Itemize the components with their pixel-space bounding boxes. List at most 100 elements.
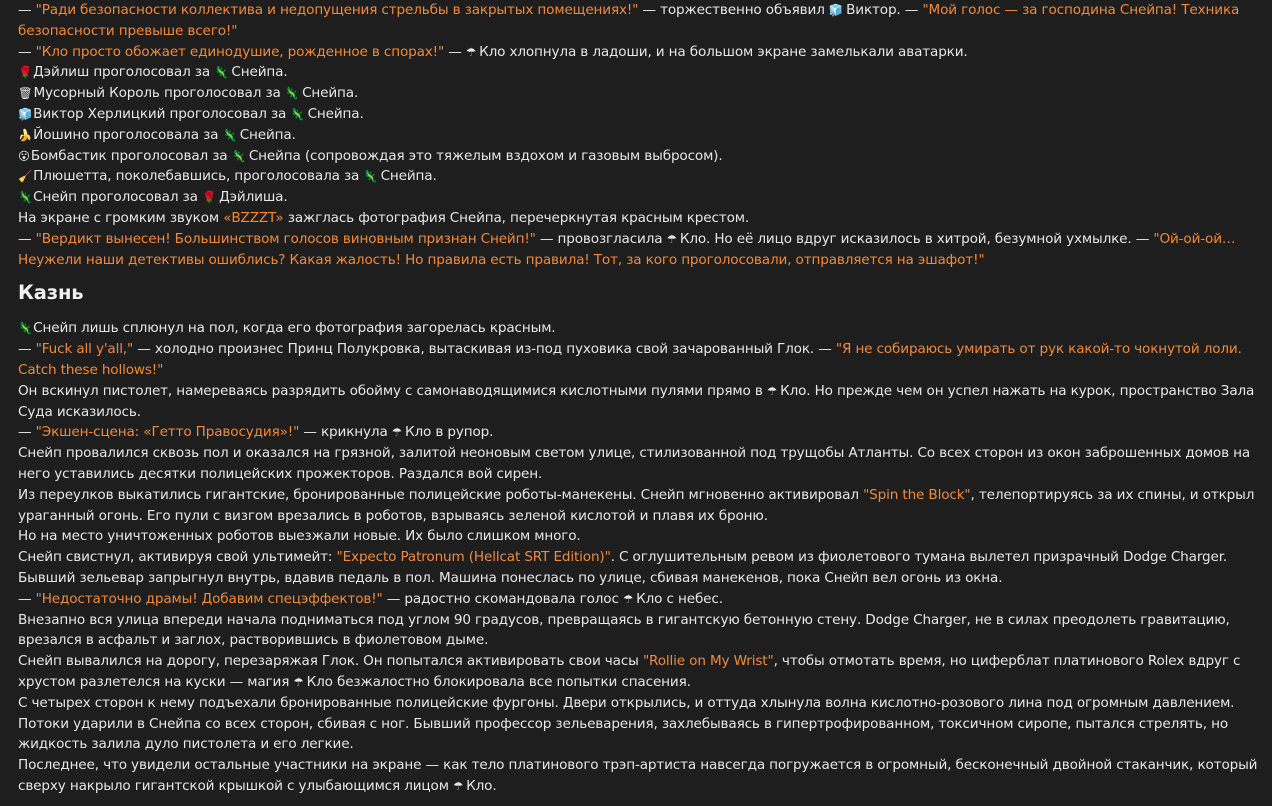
narration: — холодно произнес Принц Полукровка, выт… xyxy=(133,341,836,358)
vote-target: Снейпа. xyxy=(239,126,296,143)
quote: «BZZZT» xyxy=(223,209,284,226)
face-icon: 😮 xyxy=(18,148,30,163)
narration: Кло хлопнула в ладоши, и на большом экра… xyxy=(479,43,968,60)
ice-cube-icon: 🧊 xyxy=(18,106,33,121)
narration: Из переулков выкатились гигантские, брон… xyxy=(18,486,864,503)
banana-icon: 🍌 xyxy=(18,127,33,142)
vote-line: 🧹Плюшетта, поколебавшись, проголосовала … xyxy=(18,166,1260,187)
narration: Кло. Но её лицо вдруг исказилось в хитро… xyxy=(679,230,1154,247)
dash: — xyxy=(18,43,36,60)
umbrella-icon: ☂ xyxy=(293,674,304,689)
paragraph-snape-spits: 🦎Снейп лишь сплюнул на пол, когда его фо… xyxy=(18,318,1260,339)
vote-target: Снейпа (сопровождая это тяжелым вздохом … xyxy=(248,147,723,164)
broom-icon: 🧹 xyxy=(18,169,33,184)
section-heading: Казнь xyxy=(18,281,84,305)
paragraph-wall: Внезапно вся улица впереди начала подним… xyxy=(18,611,1230,649)
quote: "Rollie on My Wrist" xyxy=(642,653,774,670)
umbrella-icon: ☂ xyxy=(465,44,477,59)
paragraph-bzzzt: На экране с громким звуком «BZZZT» зажгл… xyxy=(18,208,1260,229)
quote: "Вердикт вынесен! Большинством голосов в… xyxy=(35,230,536,247)
narration: Виктор. — xyxy=(846,2,923,18)
paragraph-action-scene: — "Экшен-сцена: «Гетто Правосудия»!" — к… xyxy=(18,422,1260,443)
narration: зажглась фотография Снейпа, перечеркнута… xyxy=(283,209,750,226)
paragraph-rolex: Снейп вывалился на дорогу, перезаряжая Г… xyxy=(18,651,1260,693)
umbrella-icon: ☂ xyxy=(452,778,464,793)
umbrella-icon: ☂ xyxy=(391,425,402,440)
dash: — xyxy=(18,424,36,441)
lizard-icon: 🦎 xyxy=(18,321,33,336)
paragraph-glock: — "Fuck all y'all," — холодно произнес П… xyxy=(18,339,1260,381)
narration: Снейп лишь сплюнул на пол, когда его фот… xyxy=(33,320,556,337)
vote-line: 🌹Дэйлиш проголосовал за 🦎 Снейпа. xyxy=(18,62,1260,83)
vote-voter: Дэйлиш проголосовал за xyxy=(33,64,215,81)
narration: — xyxy=(444,43,466,60)
vote-target: Дэйлиша. xyxy=(219,189,288,206)
vote-line: 🦎Снейп проголосовал за 🌹 Дэйлиша. xyxy=(18,187,1260,208)
vote-voter: Виктор Херлицкий проголосовал за xyxy=(33,105,291,122)
vote-voter: Бомбастик проголосовал за xyxy=(30,147,232,164)
narration: Кло с небес. xyxy=(636,590,723,607)
dash: — xyxy=(18,341,36,358)
narration: Снейп вывалился на дорогу, перезаряжая Г… xyxy=(18,653,643,670)
vote-target: Снейпа. xyxy=(380,168,437,185)
vote-voter: Плюшетта, поколебавшись, проголосовала з… xyxy=(33,168,364,185)
paragraph-drama: — "Недостаточно драмы! Добавим спецэффек… xyxy=(18,589,1260,610)
quote: "Недостаточно драмы! Добавим спецэффекто… xyxy=(35,590,383,607)
narration: Последнее, что увидели остальные участни… xyxy=(18,757,1258,794)
narration: Снейп свистнул, активируя свой ультимейт… xyxy=(18,549,337,566)
dash: — xyxy=(18,590,36,607)
vote-voter: Снейп проголосовал за xyxy=(33,189,202,206)
paragraph-ultimate: Снейп свистнул, активируя свой ультимейт… xyxy=(18,547,1260,589)
narration: На экране с громким звуком xyxy=(18,209,224,226)
vote-voter: Мусорный Король проголосовал за xyxy=(33,85,285,102)
quote: "Ради безопасности коллектива и недопуще… xyxy=(35,2,639,18)
paragraph-klo-claps: — "Кло просто обожает единодушие, рожден… xyxy=(18,42,1260,63)
lizard-icon: 🦎 xyxy=(18,190,33,205)
paragraph-too-many: Но на место уничтоженных роботов выезжал… xyxy=(18,528,581,545)
vote-line: 🧊Виктор Херлицкий проголосовал за 🦎 Снейп… xyxy=(18,104,1260,125)
narration: Кло. xyxy=(466,777,497,794)
umbrella-icon: ☂ xyxy=(666,231,677,246)
vote-line: 😮Бомбастик проголосовал за 🦎 Снейпа (сопр… xyxy=(18,146,1260,167)
rose-icon: 🌹 xyxy=(201,190,217,205)
dash: — xyxy=(18,230,36,247)
narration: — торжественно объявил xyxy=(638,2,829,18)
vote-line: 🗑Мусорный Король проголосовал за 🦎 Снейпа… xyxy=(18,83,1260,104)
quote: "Экшен-сцена: «Гетто Правосудия»!" xyxy=(35,424,300,441)
trash-can-icon: 🗑 xyxy=(18,86,33,101)
paragraph-robots: Из переулков выкатились гигантские, брон… xyxy=(18,485,1260,527)
lizard-icon: 🦎 xyxy=(214,65,229,80)
quote: "Expecto Patronum (Hellcat SRT Edition)" xyxy=(336,549,611,566)
vote-line: 🍌Йошино проголосовала за 🦎 Снейпа. xyxy=(18,125,1260,146)
paragraph-verdict: — "Вердикт вынесен! Большинством голосов… xyxy=(18,229,1260,271)
dash: — xyxy=(18,2,36,18)
lizard-icon: 🦎 xyxy=(231,148,246,163)
chat-message-body: — "Ради безопасности коллектива и недопу… xyxy=(18,0,1260,797)
narration: Он вскинул пистолет, намереваясь разряди… xyxy=(18,382,767,399)
paragraph-aim: Он вскинул пистолет, намереваясь разряди… xyxy=(18,381,1260,423)
ice-cube-icon: 🧊 xyxy=(828,3,844,17)
lizard-icon: 🦎 xyxy=(290,106,305,121)
quote: "Кло просто обожает единодушие, рожденно… xyxy=(35,43,445,60)
paragraph-vans: С четырех сторон к нему подъехали бронир… xyxy=(18,694,1235,753)
umbrella-icon: ☂ xyxy=(766,383,778,398)
vote-target: Снейпа. xyxy=(231,64,288,81)
vote-target: Снейпа. xyxy=(302,85,359,102)
lizard-icon: 🦎 xyxy=(363,169,378,184)
narration: Кло безжалостно блокировала все попытки … xyxy=(306,673,691,690)
narration: — провозгласила xyxy=(535,230,667,247)
paragraph-final: Последнее, что увидели остальные участни… xyxy=(18,755,1260,797)
rose-icon: 🌹 xyxy=(18,65,33,80)
narration: — крикнула xyxy=(299,424,392,441)
vote-voter: Йошино проголосовала за xyxy=(33,126,223,143)
quote: "Spin the Block" xyxy=(863,486,971,503)
narration: — радостно скомандовала голос xyxy=(382,590,623,607)
vote-target: Снейпа. xyxy=(307,105,364,122)
lizard-icon: 🦎 xyxy=(222,127,237,142)
umbrella-icon: ☂ xyxy=(622,591,634,606)
paragraph-street: Снейп провалился сквозь пол и оказался н… xyxy=(18,445,1251,482)
narration: Кло в рупор. xyxy=(404,424,494,441)
paragraph-viktor-vote: — "Ради безопасности коллектива и недопу… xyxy=(18,0,1260,42)
lizard-icon: 🦎 xyxy=(284,86,300,101)
quote: "Fuck all y'all," xyxy=(35,341,134,358)
